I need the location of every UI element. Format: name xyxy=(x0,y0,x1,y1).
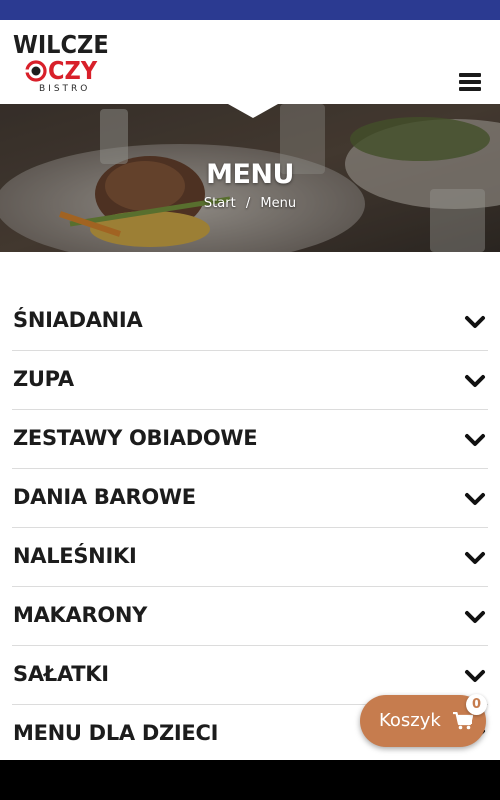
hamburger-icon[interactable] xyxy=(459,73,481,91)
menu-category-dania-barowe[interactable]: DANIA BAROWE xyxy=(12,469,488,528)
menu-category-label: ZESTAWY OBIADOWE xyxy=(13,426,258,450)
cart-label: Koszyk xyxy=(379,710,441,731)
menu-category-nalesniki[interactable]: NALEŚNIKI xyxy=(12,528,488,587)
menu-category-label: NALEŚNIKI xyxy=(13,544,137,568)
eye-icon xyxy=(25,60,47,82)
logo-czy: CZY xyxy=(48,56,98,85)
menu-category-makarony[interactable]: MAKARONY xyxy=(12,587,488,646)
chevron-down-icon[interactable] xyxy=(464,432,486,448)
breadcrumb-current: Menu xyxy=(260,196,297,211)
menu-category-zupa[interactable]: ZUPA xyxy=(12,351,488,410)
breadcrumb-separator: / xyxy=(245,196,251,211)
cart-icon xyxy=(453,712,473,730)
breadcrumb: Start / Menu xyxy=(0,196,500,211)
chevron-down-icon[interactable] xyxy=(464,550,486,566)
menu-category-sniadania[interactable]: ŚNIADANIA xyxy=(12,292,488,351)
cart-count-badge: 0 xyxy=(466,694,487,715)
logo-text-bottom: CZY xyxy=(25,56,97,86)
chevron-down-icon[interactable] xyxy=(464,491,486,507)
menu-category-label: SAŁATKI xyxy=(13,662,109,686)
chevron-down-icon[interactable] xyxy=(464,314,486,330)
menu-category-label: MENU DLA DZIECI xyxy=(13,721,219,745)
menu-category-label: DANIA BAROWE xyxy=(13,485,196,509)
hero-banner: MENU Start / Menu xyxy=(0,104,500,252)
top-status-bar xyxy=(0,0,500,20)
menu-category-label: MAKARONY xyxy=(13,603,148,627)
menu-category-zestawy-obiadowe[interactable]: ZESTAWY OBIADOWE xyxy=(12,410,488,469)
logo-text-top: WILCZE xyxy=(13,30,109,59)
chevron-down-icon[interactable] xyxy=(464,373,486,389)
logo-tagline: BISTRO xyxy=(39,84,91,94)
menu-category-label: ZUPA xyxy=(13,367,74,391)
chevron-down-icon[interactable] xyxy=(464,668,486,684)
chevron-down-icon[interactable] xyxy=(464,609,486,625)
breadcrumb-home-link[interactable]: Start xyxy=(204,196,236,211)
page-title: MENU xyxy=(206,159,294,190)
menu-category-list: ŚNIADANIA ZUPA ZESTAWY OBIADOWE DANIA BA… xyxy=(12,292,488,764)
bottom-navigation-bar xyxy=(0,760,500,800)
menu-category-label: ŚNIADANIA xyxy=(13,308,143,332)
logo[interactable]: WILCZE CZY BISTRO xyxy=(13,31,117,95)
site-header: WILCZE CZY BISTRO xyxy=(0,20,500,104)
header-notch xyxy=(228,104,278,118)
